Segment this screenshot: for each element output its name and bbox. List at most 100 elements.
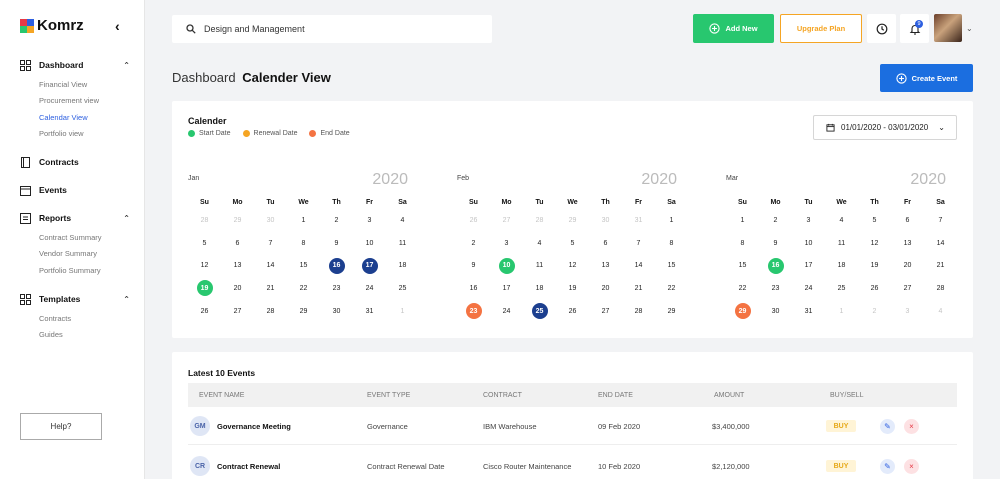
day-cell[interactable]: 17 xyxy=(353,254,386,277)
day-cell[interactable]: 1 xyxy=(825,300,858,323)
chevron-up-icon[interactable]: ⌃ xyxy=(123,295,130,304)
add-new-button[interactable]: Add New xyxy=(693,14,774,43)
day-cell[interactable]: 6 xyxy=(891,209,924,232)
day-cell[interactable]: 21 xyxy=(622,277,655,300)
day-cell[interactable]: 13 xyxy=(589,254,622,277)
day-cell[interactable]: 9 xyxy=(759,232,792,255)
edit-pencil-icon[interactable]: ✎ xyxy=(880,418,895,434)
day-cell[interactable]: 5 xyxy=(188,232,221,255)
chevron-down-icon[interactable]: ⌄ xyxy=(966,24,973,33)
day-cell[interactable]: 12 xyxy=(858,232,891,255)
day-cell[interactable]: 9 xyxy=(457,254,490,277)
event-name[interactable]: Contract Renewal xyxy=(217,462,280,471)
day-cell[interactable]: 7 xyxy=(924,209,957,232)
day-cell[interactable]: 30 xyxy=(320,300,353,323)
chevron-up-icon[interactable]: ⌃ xyxy=(123,61,130,70)
day-cell[interactable]: 5 xyxy=(858,209,891,232)
day-cell[interactable]: 27 xyxy=(490,209,523,232)
day-cell[interactable]: 28 xyxy=(924,277,957,300)
event-name[interactable]: Governance Meeting xyxy=(217,422,291,431)
sidebar-subitem[interactable]: Contracts xyxy=(20,311,130,327)
search-bar[interactable]: Design and Management xyxy=(172,15,492,43)
sidebar-item-dashboard[interactable]: Dashboard ⌃ xyxy=(20,57,130,73)
day-cell[interactable]: 25 xyxy=(386,277,419,300)
day-cell[interactable]: 3 xyxy=(891,300,924,323)
day-cell[interactable]: 20 xyxy=(891,254,924,277)
day-cell[interactable]: 11 xyxy=(523,254,556,277)
day-cell[interactable]: 6 xyxy=(589,232,622,255)
day-cell[interactable]: 12 xyxy=(556,254,589,277)
day-cell[interactable]: 17 xyxy=(792,254,825,277)
day-cell[interactable]: 20 xyxy=(221,277,254,300)
collapse-sidebar-chevron-left-icon[interactable]: ‹ xyxy=(115,18,120,34)
day-cell[interactable]: 12 xyxy=(188,254,221,277)
day-cell[interactable]: 7 xyxy=(622,232,655,255)
sidebar-subitem[interactable]: Portfolio view xyxy=(20,126,130,142)
day-cell[interactable]: 29 xyxy=(655,300,688,323)
day-cell[interactable]: 27 xyxy=(891,277,924,300)
day-cell[interactable]: 25 xyxy=(825,277,858,300)
day-cell[interactable]: 29 xyxy=(287,300,320,323)
user-avatar[interactable] xyxy=(934,14,962,42)
day-cell[interactable]: 25 xyxy=(523,300,556,323)
day-cell[interactable]: 26 xyxy=(457,209,490,232)
day-cell[interactable]: 26 xyxy=(556,300,589,323)
day-cell[interactable]: 5 xyxy=(556,232,589,255)
day-cell[interactable]: 18 xyxy=(825,254,858,277)
sidebar-item-contracts[interactable]: Contracts xyxy=(20,154,130,170)
day-cell[interactable]: 31 xyxy=(622,209,655,232)
day-cell[interactable]: 1 xyxy=(386,300,419,323)
day-cell[interactable]: 3 xyxy=(353,209,386,232)
day-cell[interactable]: 26 xyxy=(858,277,891,300)
day-cell[interactable]: 11 xyxy=(825,232,858,255)
day-cell[interactable]: 20 xyxy=(589,277,622,300)
history-button[interactable] xyxy=(867,14,896,43)
day-cell[interactable]: 6 xyxy=(221,232,254,255)
table-row[interactable]: GM Governance Meeting Governance IBM Wareho… xyxy=(188,407,957,445)
day-cell[interactable]: 7 xyxy=(254,232,287,255)
day-cell[interactable]: 2 xyxy=(858,300,891,323)
day-cell[interactable]: 27 xyxy=(221,300,254,323)
day-cell[interactable]: 23 xyxy=(320,277,353,300)
day-cell[interactable]: 13 xyxy=(221,254,254,277)
day-cell[interactable]: 24 xyxy=(792,277,825,300)
day-cell[interactable]: 16 xyxy=(759,254,792,277)
day-cell[interactable]: 23 xyxy=(457,300,490,323)
create-event-button[interactable]: Create Event xyxy=(880,64,973,92)
sidebar-subitem[interactable]: Calendar View xyxy=(20,110,130,126)
day-cell[interactable]: 15 xyxy=(287,254,320,277)
day-cell[interactable]: 19 xyxy=(858,254,891,277)
day-cell[interactable]: 26 xyxy=(188,300,221,323)
day-cell[interactable]: 31 xyxy=(792,300,825,323)
sidebar-subitem[interactable]: Contract Summary xyxy=(20,230,130,246)
day-cell[interactable]: 14 xyxy=(254,254,287,277)
help-button[interactable]: Help? xyxy=(20,413,102,440)
breadcrumb-parent[interactable]: Dashboard xyxy=(172,70,236,85)
sidebar-subitem[interactable]: Guides xyxy=(20,327,130,343)
day-cell[interactable]: 29 xyxy=(221,209,254,232)
day-cell[interactable]: 21 xyxy=(924,254,957,277)
day-cell[interactable]: 10 xyxy=(490,254,523,277)
day-cell[interactable]: 4 xyxy=(924,300,957,323)
day-cell[interactable]: 2 xyxy=(759,209,792,232)
day-cell[interactable]: 8 xyxy=(655,232,688,255)
day-cell[interactable]: 28 xyxy=(523,209,556,232)
sidebar-item-reports[interactable]: Reports ⌃ xyxy=(20,210,130,226)
day-cell[interactable]: 3 xyxy=(490,232,523,255)
day-cell[interactable]: 16 xyxy=(457,277,490,300)
day-cell[interactable]: 14 xyxy=(924,232,957,255)
day-cell[interactable]: 30 xyxy=(759,300,792,323)
sidebar-subitem[interactable]: Procurement view xyxy=(20,93,130,109)
search-input[interactable]: Design and Management xyxy=(204,24,305,34)
day-cell[interactable]: 16 xyxy=(320,254,353,277)
day-cell[interactable]: 24 xyxy=(490,300,523,323)
day-cell[interactable]: 22 xyxy=(287,277,320,300)
day-cell[interactable]: 3 xyxy=(792,209,825,232)
day-cell[interactable]: 22 xyxy=(726,277,759,300)
delete-x-icon[interactable]: × xyxy=(904,458,919,474)
day-cell[interactable]: 28 xyxy=(622,300,655,323)
day-cell[interactable]: 4 xyxy=(523,232,556,255)
table-row[interactable]: CR Contract Renewal Contract Renewal Date C… xyxy=(188,447,957,479)
day-cell[interactable]: 22 xyxy=(655,277,688,300)
day-cell[interactable]: 30 xyxy=(589,209,622,232)
